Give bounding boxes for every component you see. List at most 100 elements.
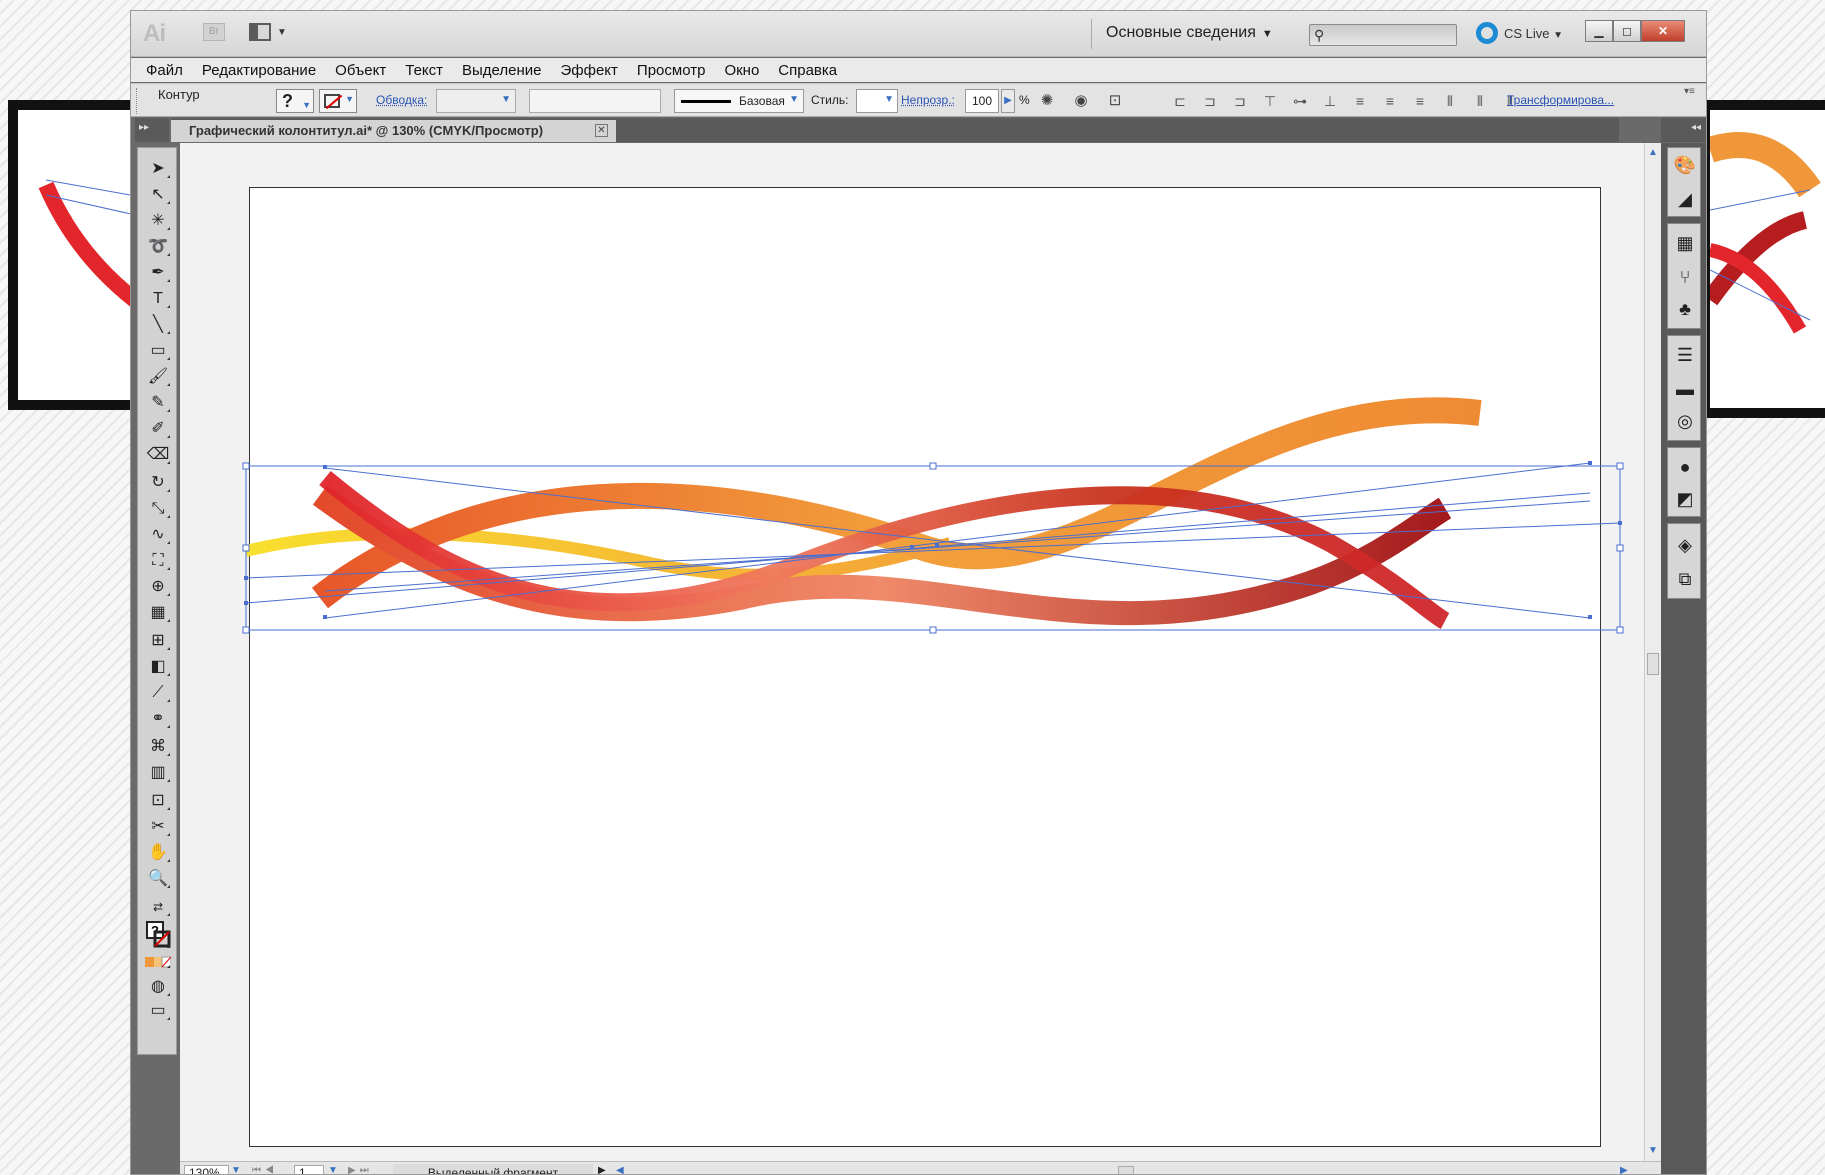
minimize-button[interactable]: ▁ bbox=[1585, 20, 1613, 42]
hand-tool[interactable]: ✋ bbox=[145, 842, 171, 864]
scroll-down-icon[interactable]: ▼ bbox=[1647, 1145, 1659, 1159]
column-graph-tool[interactable]: ▥ bbox=[145, 762, 171, 784]
align-top-icon[interactable]: ⊤ bbox=[1259, 90, 1281, 112]
color-mode-buttons[interactable] bbox=[145, 954, 172, 970]
shape-builder-tool[interactable]: ⊕ bbox=[145, 576, 171, 598]
workspace-switcher[interactable]: Основные сведения ▼ bbox=[1106, 24, 1273, 42]
align-right-icon[interactable]: ⊐ bbox=[1229, 90, 1251, 112]
drawing-mode-icon[interactable]: ◍ bbox=[145, 976, 171, 998]
scroll-left-icon[interactable]: ◀ bbox=[616, 1165, 624, 1174]
document-tab[interactable]: Графический колонтитул.ai* @ 130% (CMYK/… bbox=[171, 120, 616, 142]
distribute-top-icon[interactable]: ≡ bbox=[1349, 90, 1371, 112]
cs-live-menu[interactable]: CS Live ▼ bbox=[1504, 26, 1563, 41]
swap-fill-stroke-icon[interactable]: ⇄ bbox=[145, 896, 171, 918]
canvas-area[interactable] bbox=[180, 143, 1644, 1161]
stroke-panel-icon[interactable]: ☰ bbox=[1672, 342, 1698, 368]
vertical-scrollbar[interactable]: ▲ ▼ bbox=[1644, 143, 1661, 1161]
artboards-panel-icon[interactable]: ⧉ bbox=[1672, 566, 1698, 592]
opacity-input[interactable]: 100 bbox=[965, 89, 999, 113]
zoom-field[interactable]: 130% bbox=[184, 1165, 229, 1174]
orange-ribbon[interactable] bbox=[312, 397, 1482, 609]
reference-point-icon[interactable]: ⊡ bbox=[1104, 90, 1126, 112]
direct-selection-tool[interactable]: ↖ bbox=[145, 184, 171, 206]
symbols-panel-icon[interactable]: ♣ bbox=[1672, 296, 1698, 322]
ribbon-artwork[interactable] bbox=[180, 143, 1644, 1161]
menu-select[interactable]: Выделение bbox=[462, 62, 541, 79]
lasso-tool[interactable]: ➰ bbox=[145, 236, 171, 258]
symbol-sprayer-tool[interactable]: ⌘ bbox=[145, 736, 171, 758]
artboard-nav-first-prev[interactable]: ⏮◀ bbox=[252, 1165, 278, 1174]
graphic-style-picker[interactable]: ▼ bbox=[856, 89, 898, 113]
scale-tool[interactable]: ⤡ bbox=[145, 498, 171, 520]
distribute-horizontal-center-icon[interactable]: ⫴ bbox=[1469, 90, 1491, 112]
warp-tool[interactable]: ∿ bbox=[145, 524, 171, 546]
mesh-tool[interactable]: ⊞ bbox=[145, 630, 171, 652]
status-menu-arrow-icon[interactable]: ▶ bbox=[598, 1165, 606, 1174]
menu-help[interactable]: Справка bbox=[778, 62, 837, 79]
align-vertical-center-icon[interactable]: ⊶ bbox=[1289, 90, 1311, 112]
panel-grip[interactable] bbox=[136, 88, 139, 114]
artboard-tool[interactable]: ⊡ bbox=[145, 790, 171, 812]
align-left-icon[interactable]: ⊏ bbox=[1169, 90, 1191, 112]
color-guide-icon[interactable]: ◢ bbox=[1672, 186, 1698, 212]
transform-link[interactable]: Трансформирова... bbox=[1507, 93, 1614, 107]
artboard-number-field[interactable]: 1 bbox=[294, 1165, 324, 1174]
gradient-panel-icon[interactable]: ▬ bbox=[1672, 376, 1698, 402]
search-input[interactable]: ⚲ bbox=[1309, 24, 1457, 46]
rectangle-tool[interactable]: ▭ bbox=[145, 340, 171, 362]
eraser-tool[interactable]: ⌫ bbox=[145, 444, 171, 466]
dock-header[interactable]: ◂◂ bbox=[1661, 118, 1706, 142]
status-selection-label[interactable]: Выделенный фрагмент bbox=[393, 1164, 593, 1174]
brush-definition[interactable]: Базовая ▼ bbox=[674, 89, 804, 113]
transparency-panel-icon[interactable]: ◎ bbox=[1672, 408, 1698, 434]
paintbrush-tool[interactable]: 🖌 bbox=[145, 366, 171, 388]
type-tool[interactable]: T bbox=[145, 288, 171, 310]
graphic-styles-panel-icon[interactable]: ◩ bbox=[1672, 486, 1698, 512]
toolbox-header[interactable]: ▸▸ bbox=[135, 118, 169, 142]
distribute-left-icon[interactable]: ⫴ bbox=[1439, 90, 1461, 112]
align-horizontal-center-icon[interactable]: ⊐ bbox=[1199, 90, 1221, 112]
menu-edit[interactable]: Редактирование bbox=[202, 62, 316, 79]
fill-stroke-indicator[interactable]: ? bbox=[145, 920, 171, 950]
selection-tool[interactable]: ➤ bbox=[145, 158, 171, 180]
close-document-button[interactable]: ✕ bbox=[595, 124, 608, 137]
distribute-vertical-center-icon[interactable]: ≡ bbox=[1379, 90, 1401, 112]
fill-swatch[interactable]: ? ▼ bbox=[276, 89, 314, 113]
distribute-bottom-icon[interactable]: ≡ bbox=[1409, 90, 1431, 112]
rotate-tool[interactable]: ↻ bbox=[145, 472, 171, 494]
pen-tool[interactable]: ✒ bbox=[145, 262, 171, 284]
chevron-down-icon[interactable]: ▼ bbox=[328, 1165, 338, 1174]
scroll-thumb[interactable] bbox=[1647, 653, 1659, 675]
maximize-button[interactable]: ◻ bbox=[1613, 20, 1641, 42]
arrange-documents-button[interactable]: ▼ bbox=[249, 23, 289, 43]
perspective-grid-tool[interactable]: ▦ bbox=[145, 602, 171, 624]
layers-panel-icon[interactable]: ◈ bbox=[1672, 532, 1698, 558]
blend-tool[interactable]: ⚭ bbox=[145, 708, 171, 730]
screen-mode-icon[interactable]: ▭ bbox=[145, 1000, 171, 1022]
stroke-weight-link[interactable]: Обводка: bbox=[376, 93, 427, 107]
opacity-slider-button[interactable]: ▶ bbox=[1001, 89, 1015, 113]
brushes-panel-icon[interactable]: ⑂ bbox=[1672, 264, 1698, 290]
blob-brush-tool[interactable]: ✐ bbox=[145, 418, 171, 440]
color-panel-icon[interactable]: 🎨 bbox=[1672, 152, 1698, 178]
cs-live-icon[interactable] bbox=[1476, 22, 1498, 44]
menu-effect[interactable]: Эффект bbox=[561, 62, 618, 79]
scroll-up-icon[interactable]: ▲ bbox=[1647, 147, 1659, 161]
gradient-tool[interactable]: ◧ bbox=[145, 656, 171, 678]
menu-object[interactable]: Объект bbox=[335, 62, 386, 79]
opacity-link[interactable]: Непрозр.: bbox=[901, 93, 955, 107]
scroll-right-icon[interactable]: ▶ bbox=[1620, 1165, 1628, 1174]
stroke-weight-field[interactable]: ▼ bbox=[436, 89, 516, 113]
menu-file[interactable]: Файл bbox=[146, 62, 183, 79]
menu-window[interactable]: Окно bbox=[724, 62, 759, 79]
line-tool[interactable]: ╲ bbox=[145, 314, 171, 336]
close-button[interactable]: ✕ bbox=[1641, 20, 1685, 42]
pencil-tool[interactable]: ✎ bbox=[145, 392, 171, 414]
variable-width-profile[interactable] bbox=[529, 89, 661, 113]
panel-menu-icon[interactable]: ▾≡ bbox=[1684, 86, 1695, 97]
horizontal-scroll-thumb[interactable] bbox=[1118, 1166, 1134, 1174]
free-transform-tool[interactable]: ⛶ bbox=[145, 550, 171, 572]
appearance-panel-icon[interactable]: ● bbox=[1672, 454, 1698, 480]
bridge-button[interactable]: Br bbox=[203, 23, 225, 41]
swatches-panel-icon[interactable]: ▦ bbox=[1672, 230, 1698, 256]
